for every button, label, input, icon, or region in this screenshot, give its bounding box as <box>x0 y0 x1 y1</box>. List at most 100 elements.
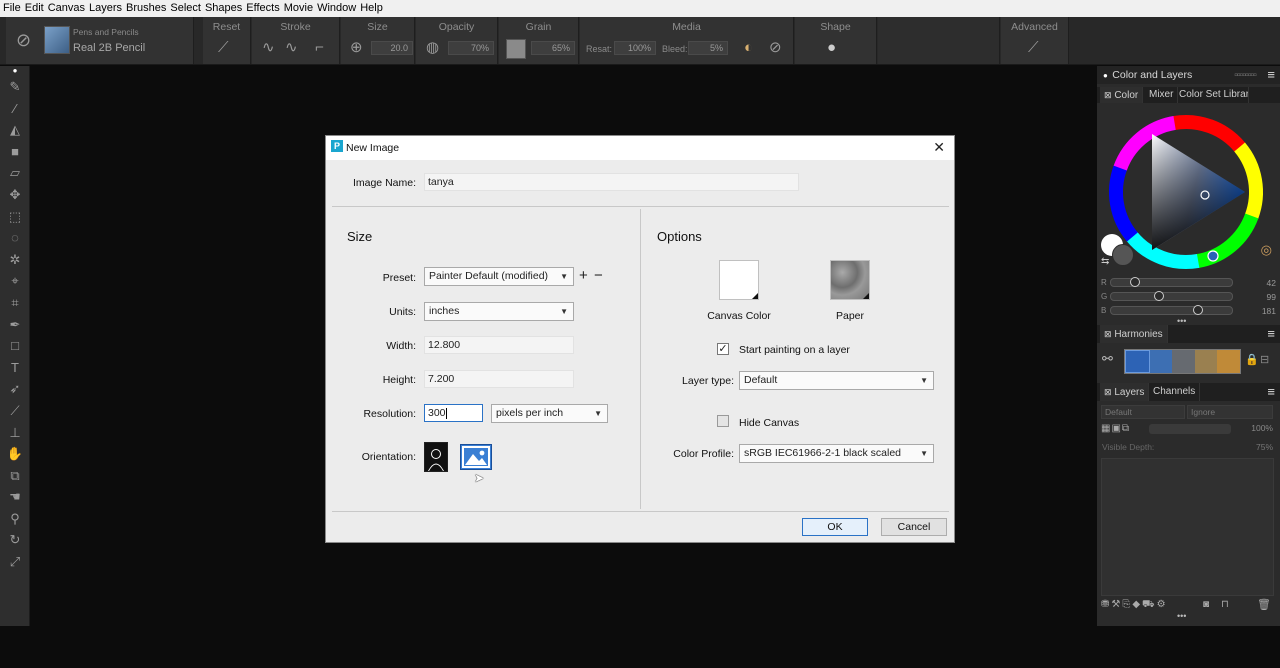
tab-color[interactable]: ⊠ Color <box>1100 87 1144 103</box>
color-picker-options-icon[interactable]: ◎ <box>1261 242 1272 258</box>
opacity-icon[interactable]: ◍ <box>426 40 439 56</box>
layer-opacity-slider[interactable] <box>1149 424 1231 434</box>
resolution-field[interactable]: 300 <box>424 404 483 422</box>
tab-layers[interactable]: ⊠ Layers <box>1100 383 1150 401</box>
tab-channels[interactable]: Channels <box>1149 383 1201 401</box>
layer-mask-icon[interactable]: ◙ <box>1203 599 1209 610</box>
harmony-link-icon[interactable]: ⚯ <box>1102 351 1113 367</box>
rotate-page-tool-icon[interactable]: ↻ <box>0 529 30 551</box>
landscape-orientation-button[interactable] <box>460 444 492 470</box>
menu-file[interactable]: File <box>2 0 24 17</box>
menu-movie[interactable]: Movie <box>283 0 316 17</box>
bleed-field[interactable]: 5% <box>688 41 728 55</box>
stroke-straight-icon[interactable]: ∿ <box>285 40 298 56</box>
harmony-swatch-1[interactable] <box>1125 350 1150 373</box>
text-tool-icon[interactable]: T <box>0 357 30 379</box>
opacity-field[interactable]: 70% <box>448 41 494 55</box>
harmonies-menu-icon[interactable]: ≡ <box>1267 325 1275 343</box>
brush-selector[interactable]: ⊘ Pens and Pencils Real 2B Pencil <box>6 17 194 64</box>
tab-color-set-libraries[interactable]: Color Set Libraries <box>1175 87 1249 103</box>
visible-depth-value[interactable]: 75% <box>1237 442 1273 452</box>
menu-help[interactable]: Help <box>359 0 386 17</box>
paint-bucket-tool-icon[interactable]: ◭ <box>0 119 30 141</box>
harmony-swatches[interactable] <box>1124 349 1241 374</box>
lasso-tool-icon[interactable]: ◌ <box>0 227 30 249</box>
stroke-freehand-icon[interactable]: ∿ <box>262 40 275 56</box>
menu-select[interactable]: Select <box>169 0 204 17</box>
rect-select-tool-icon[interactable]: ⬚ <box>0 206 30 228</box>
green-slider[interactable] <box>1110 291 1233 301</box>
close-icon[interactable]: ✕ <box>933 139 945 156</box>
shape-selection-tool-icon[interactable]: ➶ <box>0 378 30 400</box>
layers-more-icon[interactable]: ••• <box>1177 611 1186 621</box>
composite-method-select[interactable]: Default <box>1101 405 1185 419</box>
blue-slider[interactable] <box>1110 305 1233 315</box>
eraser-tool-icon[interactable]: ▱ <box>0 162 30 184</box>
rubber-stamp-tool-icon[interactable]: ⊥ <box>0 422 30 444</box>
grabber-tool-icon[interactable]: ☚ <box>0 486 30 508</box>
fit-screen-icon[interactable]: ⤢ <box>0 551 30 573</box>
height-field[interactable]: 7.200 <box>424 370 574 388</box>
gradient-tool-icon[interactable]: ■ <box>0 141 30 163</box>
preset-select[interactable]: Painter Default (modified) ▼ <box>424 267 574 286</box>
canvas-color-swatch[interactable] <box>719 260 759 300</box>
dropper-tool-icon[interactable]: ⁄ <box>0 98 30 120</box>
panel-menu-icon[interactable]: ≡ <box>1267 66 1275 84</box>
layer-opacity-value[interactable]: 100% <box>1237 423 1273 433</box>
harmony-swatch-2[interactable] <box>1149 350 1173 373</box>
advanced-brush-icon[interactable]: ⟋ <box>1028 40 1039 56</box>
cloner-tool-icon[interactable]: ⟋ <box>0 400 30 422</box>
add-preset-icon[interactable]: + <box>579 267 588 284</box>
dryout-icon[interactable]: ◐ <box>744 40 753 56</box>
mirror-tool-icon[interactable]: ⧉ <box>0 465 30 487</box>
paper-texture-swatch[interactable] <box>830 260 870 300</box>
harmony-options-icon[interactable]: ⊟ <box>1260 353 1269 366</box>
layer-command-icons[interactable]: ⛃⚒⎘◆⛟⚙ <box>1101 599 1168 612</box>
layer-adjuster-tool-icon[interactable]: ✥ <box>0 184 30 206</box>
portrait-orientation-button[interactable] <box>424 442 448 472</box>
crop-tool-icon[interactable]: ⌗ <box>0 292 30 314</box>
composite-depth-select[interactable]: Ignore <box>1187 405 1273 419</box>
lock-layer-icon[interactable]: ⊓ <box>1221 599 1229 610</box>
reset-brush-icon[interactable]: ⟋ <box>218 40 229 56</box>
resat-field[interactable]: 100% <box>614 41 656 55</box>
size-field[interactable]: 20.0 <box>371 41 413 55</box>
units-select[interactable]: inches ▼ <box>424 302 574 321</box>
tab-mixer[interactable]: Mixer <box>1145 87 1179 103</box>
shape-tool-icon[interactable]: □ <box>0 335 30 357</box>
magnifier-tool-icon[interactable]: ⚲ <box>0 508 30 530</box>
delete-layer-icon[interactable]: 🗑 <box>1257 598 1271 611</box>
menu-effects[interactable]: Effects <box>245 0 282 17</box>
layers-menu-icon[interactable]: ≡ <box>1267 383 1275 401</box>
red-slider[interactable] <box>1110 277 1233 287</box>
pen-tool-icon[interactable]: ✒ <box>0 314 30 336</box>
dodge-tool-icon[interactable]: ✋ <box>0 443 30 465</box>
menu-canvas[interactable]: Canvas <box>47 0 88 17</box>
brush-library-icon[interactable]: ⊘ <box>16 31 31 49</box>
remove-preset-icon[interactable]: − <box>594 267 603 284</box>
tab-harmonies[interactable]: ⊠ Harmonies <box>1100 325 1168 343</box>
grain-paper-swatch[interactable] <box>506 39 526 59</box>
width-field[interactable]: 12.800 <box>424 336 574 354</box>
layers-list[interactable] <box>1101 458 1274 596</box>
red-value[interactable]: 42 <box>1237 278 1276 288</box>
transform-tool-icon[interactable]: ⌖ <box>0 270 30 292</box>
cancel-button[interactable]: Cancel <box>881 518 947 536</box>
green-value[interactable]: 99 <box>1237 292 1276 302</box>
layer-type-select[interactable]: Default ▼ <box>739 371 934 390</box>
menu-shapes[interactable]: Shapes <box>204 0 245 17</box>
harmony-swatch-5[interactable] <box>1217 350 1240 373</box>
size-icon[interactable]: ⊕ <box>350 40 363 56</box>
ok-button[interactable]: OK <box>802 518 868 536</box>
menu-window[interactable]: Window <box>316 0 359 17</box>
brush-tool-icon[interactable]: ✎ <box>0 76 30 98</box>
menu-layers[interactable]: Layers <box>88 0 125 17</box>
start-painting-checkbox[interactable]: ✓ <box>717 343 729 355</box>
lock-harmony-icon[interactable]: 🔒 <box>1245 353 1259 366</box>
blue-value[interactable]: 181 <box>1237 306 1276 316</box>
color-profile-select[interactable]: sRGB IEC61966-2-1 black scaled ▼ <box>739 444 934 463</box>
hue-handle[interactable] <box>1207 250 1219 262</box>
swap-colors-icon[interactable]: ⇆ <box>1101 256 1109 267</box>
media-options-icon[interactable]: ⊘ <box>769 40 782 56</box>
menu-edit[interactable]: Edit <box>24 0 47 17</box>
